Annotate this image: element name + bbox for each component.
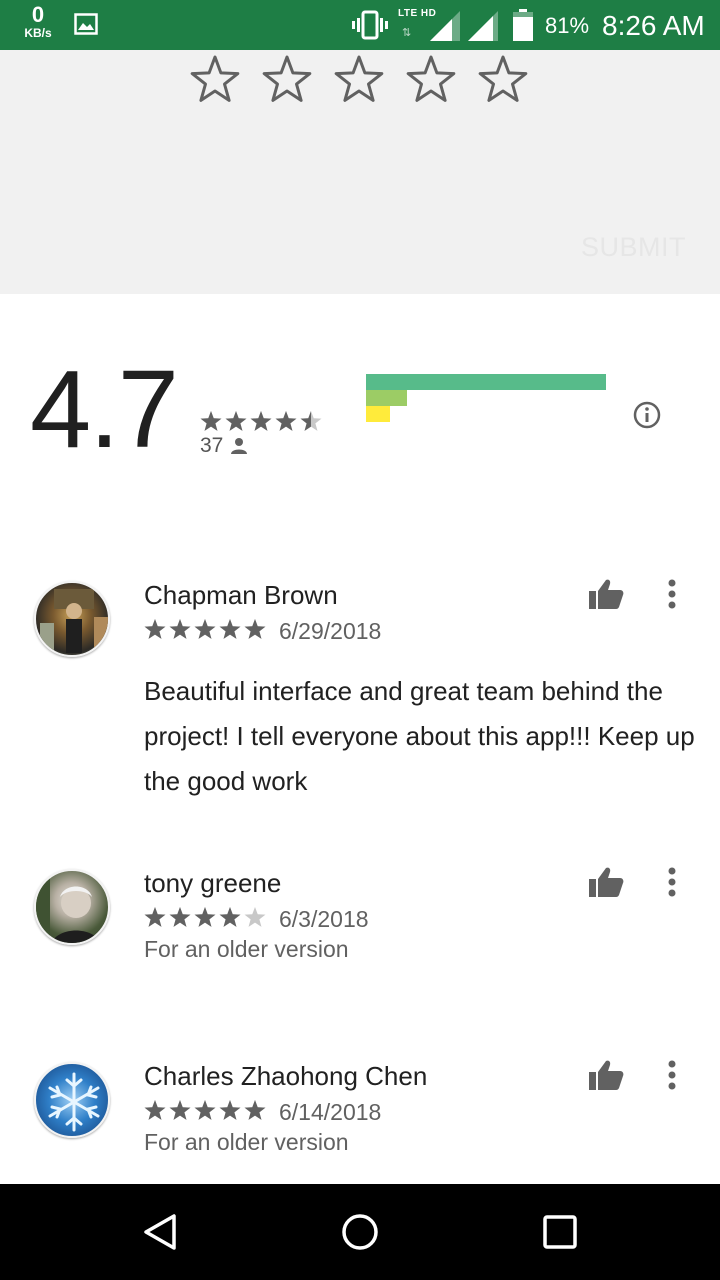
star-filled-icon (169, 619, 191, 639)
star-filled-icon (225, 411, 247, 431)
review-stars (144, 907, 266, 927)
star-filled-icon (219, 907, 241, 927)
rating-count: 37 (200, 434, 224, 457)
star-filled-icon (144, 1100, 166, 1120)
rating-bar-3-star (366, 406, 390, 422)
network-speed: 0 KB/s (18, 2, 58, 40)
reviewer-name: tony greene (144, 868, 282, 898)
star-filled-icon (194, 907, 216, 927)
star-filled-icon (194, 1100, 216, 1120)
gallery-icon (74, 13, 98, 35)
star-filled-icon (169, 907, 191, 927)
star-filled-icon (169, 1100, 191, 1120)
review-date: 6/3/2018 (279, 906, 369, 932)
submit-button[interactable]: SUBMIT (581, 232, 686, 263)
more-vert-icon[interactable] (662, 578, 682, 610)
more-vert-icon[interactable] (662, 866, 682, 898)
snowflake-icon (48, 1072, 100, 1132)
person-icon (231, 438, 247, 454)
star-filled-icon (144, 619, 166, 639)
battery-percent: 81% (545, 13, 590, 38)
average-rating: 4.7 (30, 348, 179, 471)
network-speed-unit: KB/s (24, 26, 52, 40)
older-version-note: For an older version (144, 1129, 349, 1155)
more-vert-icon[interactable] (662, 1059, 682, 1091)
rating-bar-4-star (366, 390, 407, 406)
rate-star-5-icon[interactable] (476, 52, 530, 106)
signal-icon (468, 11, 498, 41)
network-speed-value: 0 (31, 2, 45, 27)
review-date: 6/14/2018 (279, 1099, 382, 1125)
review-stars (144, 1100, 266, 1120)
vibrate-icon (352, 10, 388, 40)
status-bar: 0 KB/s LTE HD ⇅ 81% 8:26 AM (0, 0, 720, 50)
review-date: 6/29/2018 (279, 618, 382, 644)
home-icon[interactable] (340, 1212, 380, 1252)
thumb-up-icon[interactable] (588, 866, 624, 898)
star-filled-icon (194, 619, 216, 639)
avatar-image (36, 871, 101, 943)
star-filled-icon (219, 1100, 241, 1120)
reviewer-name: Chapman Brown (144, 580, 338, 610)
rate-star-2-icon[interactable] (260, 52, 314, 106)
rate-star-1-icon[interactable] (188, 52, 242, 106)
rating-bar-5-star (366, 374, 606, 390)
star-icon (244, 907, 266, 927)
star-filled-icon (200, 411, 222, 431)
older-version-note: For an older version (144, 936, 349, 962)
review-text: Beautiful interface and great team behin… (144, 676, 695, 796)
signal-icon (430, 11, 460, 41)
info-icon[interactable] (633, 401, 661, 429)
average-rating-stars (200, 411, 322, 431)
avatar (34, 869, 110, 945)
back-icon[interactable] (140, 1212, 180, 1252)
battery-icon (513, 9, 533, 41)
star-filled-icon (250, 411, 272, 431)
rate-panel: SUBMIT (0, 50, 720, 294)
recents-icon[interactable] (540, 1212, 580, 1252)
navigation-bar (0, 1184, 720, 1280)
review-stars (144, 619, 266, 639)
rate-star-3-icon[interactable] (332, 52, 386, 106)
star-filled-icon (244, 1100, 266, 1120)
avatar (34, 1062, 110, 1138)
clock: 8:26 AM (602, 10, 705, 41)
star-filled-icon (275, 411, 297, 431)
reviewer-name: Charles Zhaohong Chen (144, 1061, 428, 1091)
avatar-image (40, 589, 108, 653)
star-filled-icon (144, 907, 166, 927)
rate-star-4-icon[interactable] (404, 52, 458, 106)
data-activity-icon: ⇅ (402, 27, 412, 39)
thumb-up-icon[interactable] (588, 1059, 624, 1091)
star-filled-icon (244, 619, 266, 639)
star-filled-icon (219, 619, 241, 639)
avatar (34, 581, 110, 657)
thumb-up-icon[interactable] (588, 578, 624, 610)
